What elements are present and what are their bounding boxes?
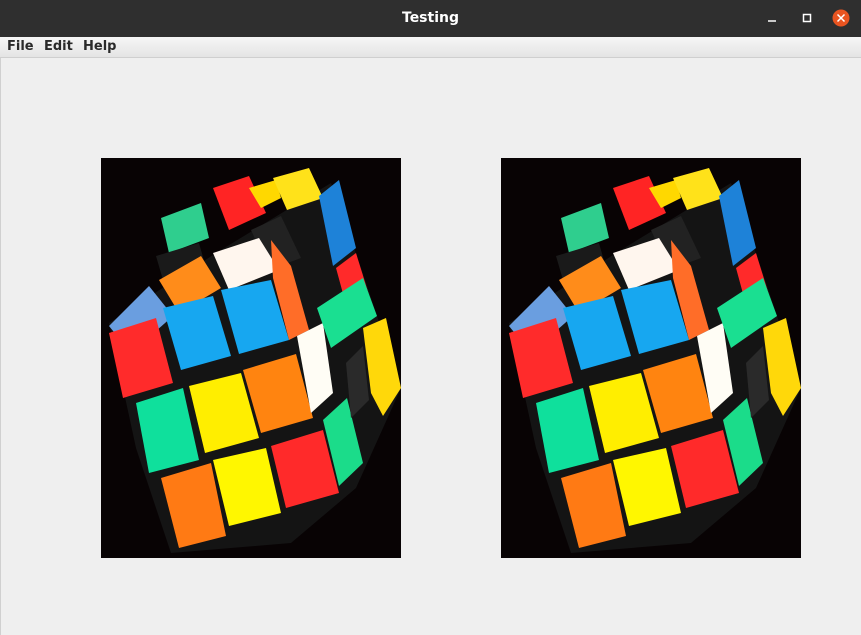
minimize-icon	[768, 20, 776, 22]
title-bar[interactable]: Testing	[0, 0, 861, 37]
close-icon	[832, 9, 850, 27]
menu-help[interactable]: Help	[83, 37, 116, 57]
rubiks-cube-image-right	[501, 158, 801, 558]
menu-bar: File Edit Help	[0, 37, 861, 58]
minimize-button[interactable]	[763, 9, 781, 27]
rubiks-cube-image-left	[101, 158, 401, 558]
close-button[interactable]	[832, 9, 850, 27]
app-window: Testing File Edit Help	[0, 0, 861, 635]
menu-edit[interactable]: Edit	[44, 37, 73, 57]
menu-file[interactable]: File	[7, 37, 34, 57]
window-border	[0, 58, 1, 635]
window-title: Testing	[402, 10, 459, 26]
maximize-icon	[802, 13, 812, 23]
rubiks-cube-image	[501, 158, 801, 558]
maximize-button[interactable]	[798, 9, 816, 27]
content-area	[0, 58, 861, 635]
rubiks-cube-image	[101, 158, 401, 558]
